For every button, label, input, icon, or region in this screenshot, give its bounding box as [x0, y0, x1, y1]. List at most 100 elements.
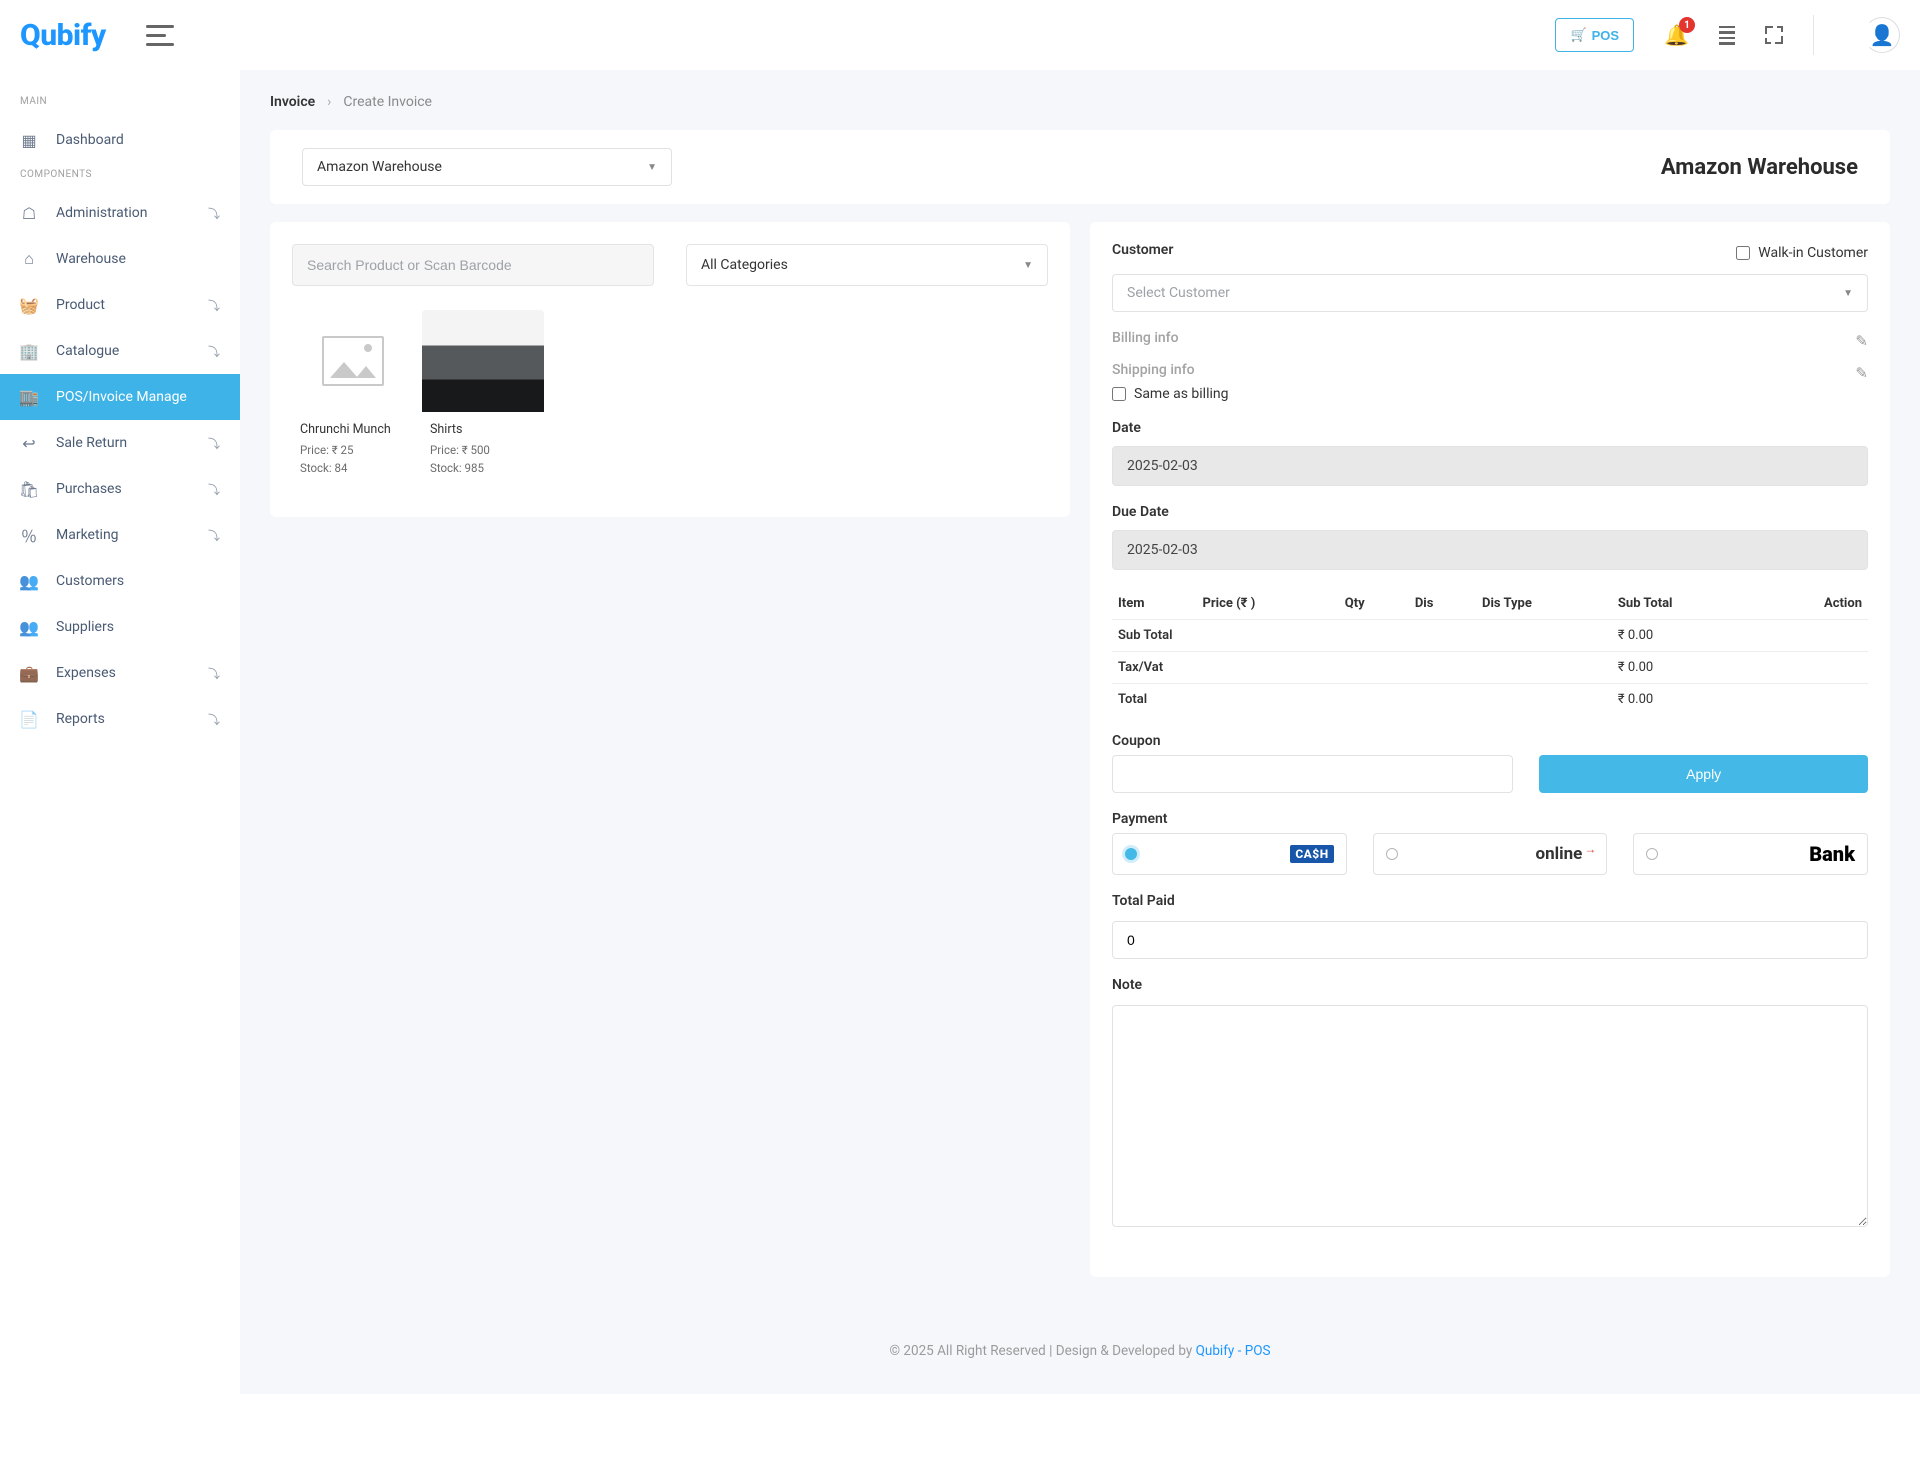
note-textarea[interactable] [1112, 1005, 1868, 1227]
total-paid-row: Total Paid [1112, 893, 1868, 959]
note-label: Note [1112, 977, 1868, 993]
sidebar-item-label: Warehouse [56, 251, 126, 267]
sidebar-item-reports[interactable]: 📄 Reports ⤵ [0, 696, 240, 742]
sidebar-item-suppliers[interactable]: 👥 Suppliers [0, 604, 240, 650]
th-item: Item [1112, 588, 1197, 620]
chevron-down-icon: ⤵ [208, 481, 220, 498]
product-card[interactable]: Chrunchi Munch Price: ₹ 25 Stock: 84 [292, 310, 414, 489]
same-as-billing-checkbox[interactable]: Same as billing [1112, 386, 1868, 402]
th-dis: Dis [1409, 588, 1476, 620]
chevron-down-icon: ⤵ [208, 205, 220, 222]
warehouse-panel: Amazon Warehouse ▼ Amazon Warehouse [270, 130, 1890, 204]
sidebar-toggle-icon[interactable] [146, 24, 174, 46]
sidebar-item-label: Product [56, 297, 105, 313]
products-grid: Chrunchi Munch Price: ₹ 25 Stock: 84 Shi… [292, 310, 1048, 489]
summary-value: ₹ 0.00 [1612, 652, 1868, 684]
sidebar-item-label: Purchases [56, 481, 122, 497]
footer: © 2025 All Right Reserved | Design & Dev… [240, 1317, 1920, 1385]
th-qty: Qty [1339, 588, 1409, 620]
sidebar-item-label: POS/Invoice Manage [56, 389, 187, 405]
breadcrumb-root[interactable]: Invoice [270, 94, 315, 110]
sidebar-item-label: Administration [56, 205, 147, 221]
summary-row-total: Total ₹ 0.00 [1112, 684, 1868, 716]
chevron-down-icon: ⤵ [208, 527, 220, 544]
filters-row: All Categories ▼ [292, 244, 1048, 286]
customer-select[interactable]: Select Customer ▼ [1112, 274, 1868, 312]
user-icon: 👤 [1870, 23, 1895, 47]
chevron-down-icon: ⤵ [208, 343, 220, 360]
divider [1813, 15, 1814, 55]
topbar-right: 🛒 POS 🔔 1 👤 [1555, 15, 1900, 55]
product-card[interactable]: Shirts Price: ₹ 500 Stock: 985 [422, 310, 544, 489]
brand-logo[interactable]: Qubify [20, 18, 106, 53]
product-price: Price: ₹ 25 [300, 443, 406, 457]
same-as-billing-label: Same as billing [1134, 386, 1229, 402]
menu-icon[interactable] [1719, 26, 1735, 45]
edit-icon[interactable]: ✎ [1855, 364, 1868, 382]
product-body: Chrunchi Munch Price: ₹ 25 Stock: 84 [292, 412, 414, 489]
walkin-checkbox[interactable]: Walk-in Customer [1736, 245, 1868, 261]
wallet-icon: 💼 [20, 664, 38, 682]
caret-down-icon: ▼ [1023, 260, 1033, 271]
sidebar-item-label: Catalogue [56, 343, 119, 359]
main: Invoice › Create Invoice Amazon Warehous… [240, 70, 1920, 1394]
payment-label: Payment [1112, 811, 1868, 827]
sidebar-item-label: Customers [56, 573, 124, 589]
th-action: Action [1758, 588, 1868, 620]
sidebar-item-sale-return[interactable]: ↩ Sale Return ⤵ [0, 420, 240, 466]
category-select[interactable]: All Categories ▼ [686, 244, 1048, 286]
breadcrumb: Invoice › Create Invoice [240, 70, 1920, 130]
summary-label: Total [1112, 684, 1612, 716]
pos-button[interactable]: 🛒 POS [1555, 18, 1634, 52]
product-image-placeholder [292, 310, 414, 412]
search-input[interactable] [292, 244, 654, 286]
coupon-label: Coupon [1112, 733, 1868, 749]
summary-value: ₹ 0.00 [1612, 684, 1868, 716]
product-image [422, 310, 544, 412]
cart-icon: 🛒 [1570, 27, 1586, 43]
sidebar-item-purchases[interactable]: 🛍 Purchases ⤵ [0, 466, 240, 512]
payment-option-cash[interactable]: CA$H [1112, 833, 1347, 875]
edit-icon[interactable]: ✎ [1855, 332, 1868, 350]
coupon-input[interactable] [1112, 755, 1513, 793]
same-as-billing-input[interactable] [1112, 387, 1126, 401]
warehouse-select[interactable]: Amazon Warehouse ▼ [302, 148, 672, 186]
walkin-checkbox-input[interactable] [1736, 246, 1750, 260]
payment-row: Payment CA$H online Bank [1112, 811, 1868, 875]
shipping-row: Shipping info ✎ Same as billing [1112, 362, 1868, 402]
summary-value: ₹ 0.00 [1612, 620, 1868, 652]
date-input[interactable]: 2025-02-03 [1112, 446, 1868, 486]
items-table: Item Price (₹ ) Qty Dis Dis Type Sub Tot… [1112, 588, 1868, 715]
sidebar-item-dashboard[interactable]: ▦ Dashboard [0, 117, 240, 163]
footer-link[interactable]: Qubify - POS [1196, 1343, 1271, 1359]
due-date-input[interactable]: 2025-02-03 [1112, 530, 1868, 570]
sidebar-item-customers[interactable]: 👥 Customers [0, 558, 240, 604]
sidebar-item-label: Reports [56, 711, 105, 727]
payment-option-bank[interactable]: Bank [1633, 833, 1868, 875]
breadcrumb-current: Create Invoice [343, 94, 432, 110]
th-distype: Dis Type [1476, 588, 1612, 620]
radio-icon [1646, 848, 1658, 860]
category-select-label: All Categories [701, 257, 788, 273]
sidebar-item-label: Marketing [56, 527, 119, 543]
billing-label: Billing info [1112, 330, 1179, 346]
sidebar-item-warehouse[interactable]: ⌂ Warehouse [0, 236, 240, 282]
sidebar-item-product[interactable]: 🧺 Product ⤵ [0, 282, 240, 328]
sidebar-item-expenses[interactable]: 💼 Expenses ⤵ [0, 650, 240, 696]
customer-row: Customer Walk-in Customer Select Custome… [1112, 242, 1868, 312]
notifications-button[interactable]: 🔔 1 [1664, 23, 1689, 47]
sidebar-item-pos-invoice[interactable]: 🏬 POS/Invoice Manage [0, 374, 240, 420]
chevron-down-icon: ⤵ [208, 297, 220, 314]
sidebar-item-marketing[interactable]: ％ Marketing ⤵ [0, 512, 240, 558]
return-icon: ↩ [20, 434, 38, 452]
sidebar-item-catalogue[interactable]: 🏢 Catalogue ⤵ [0, 328, 240, 374]
total-paid-input[interactable] [1112, 921, 1868, 959]
sidebar-item-administration[interactable]: ☖ Administration ⤵ [0, 190, 240, 236]
payment-option-online[interactable]: online [1373, 833, 1608, 875]
suppliers-icon: 👥 [20, 618, 38, 636]
apply-button[interactable]: Apply [1539, 755, 1868, 793]
chevron-right-icon: › [327, 94, 331, 110]
avatar[interactable]: 👤 [1864, 17, 1900, 53]
walkin-label: Walk-in Customer [1758, 245, 1868, 261]
fullscreen-icon[interactable] [1765, 26, 1783, 44]
